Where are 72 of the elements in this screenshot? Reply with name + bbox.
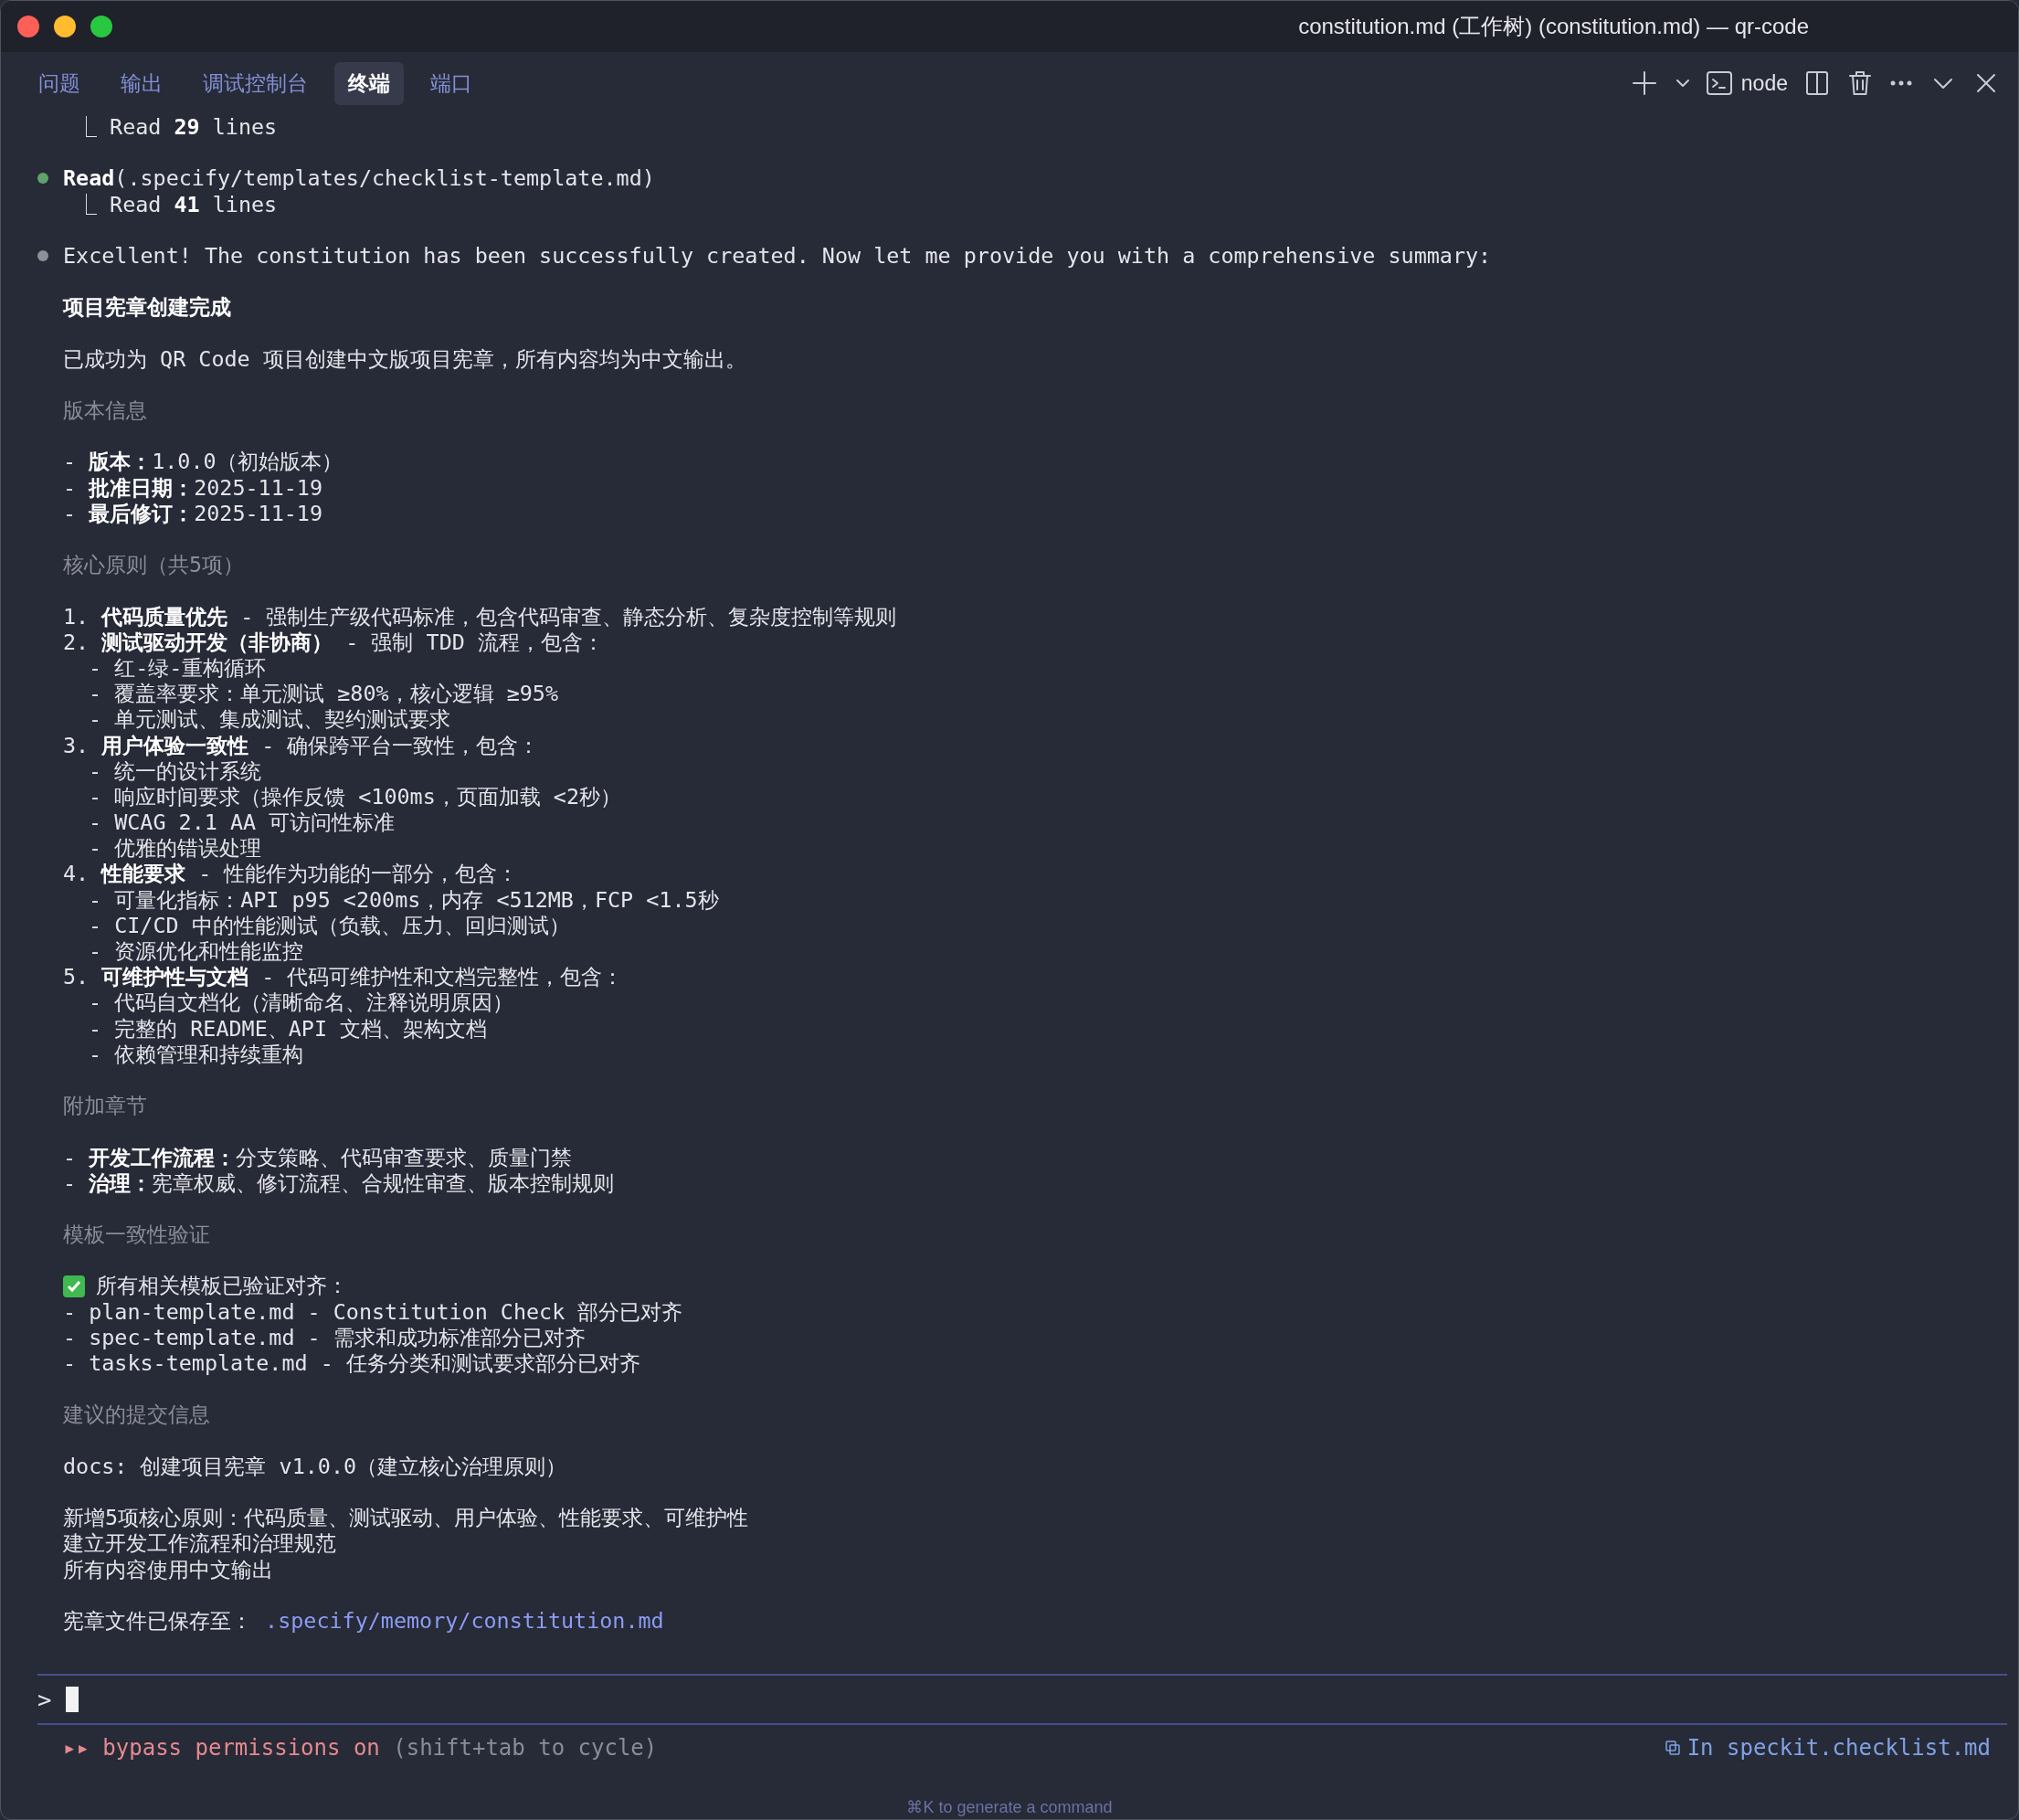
output-line: - WCAG 2.1 AA 可访问性标准 <box>88 809 396 836</box>
output-line: 3. 用户体验一致性 - 确保跨平台一致性，包含： <box>63 732 540 758</box>
output-line: - 最后修订：2025-11-19 <box>63 500 322 526</box>
more-button[interactable] <box>1888 79 1914 88</box>
section-heading: 版本信息 <box>63 397 147 424</box>
delete-button[interactable] <box>1846 69 1874 98</box>
output-line: 建立开发工作流程和治理规范 <box>63 1530 336 1557</box>
file-link[interactable]: .specify/memory/constitution.md <box>265 1607 664 1634</box>
copy-icon <box>1665 1741 1680 1756</box>
output-line: 已成功为 QR Code 项目创建中文版项目宪章，所有内容均为中文输出。 <box>63 345 746 372</box>
plus-icon <box>1631 70 1657 96</box>
close-button[interactable] <box>17 16 39 37</box>
output-line: Read(.specify/templates/checklist-template.md) <box>63 165 655 192</box>
summary-heading: 项目宪章创建完成 <box>63 294 231 321</box>
section-heading: 附加章节 <box>63 1093 147 1119</box>
terminal-icon <box>1706 70 1732 96</box>
output-line: 所有相关模板已验证对齐： <box>96 1273 348 1299</box>
panel-tab[interactable]: 端口 <box>417 61 486 105</box>
check-icon <box>63 1275 85 1297</box>
text-cursor <box>66 1687 79 1713</box>
output-line: - 优雅的错误处理 <box>88 835 262 862</box>
output-line: 1. 代码质量优先 - 强制生产级代码标准，包含代码审查、静态分析、复杂度控制等规则 <box>63 603 897 630</box>
output-line: - 开发工作流程：分支策略、代码审查要求、质量门禁 <box>63 1144 573 1170</box>
prompt-symbol: > <box>37 1686 52 1714</box>
section-heading: 建议的提交信息 <box>63 1402 210 1428</box>
command-hint: ⌘K to generate a command <box>905 1797 1114 1818</box>
output-line: - 单元测试、集成测试、契约测试要求 <box>88 706 451 733</box>
output-line: 5. 可维护性与文档 - 代码可维护性和文档完整性，包含： <box>63 964 624 990</box>
output-line: Excellent! The constitution has been successfully created. Now let me provide you with a comprehensive summary: <box>63 242 1492 270</box>
output-line: - 完整的 README、API 文档、架构文档 <box>88 1015 488 1042</box>
output-line: - 可量化指标：API p95 <200ms，内存 <512MB，FCP <1.5秒 <box>88 886 719 913</box>
close-icon <box>1974 71 1998 95</box>
panel-tab[interactable]: 调试控制台 <box>189 61 322 105</box>
mode-status: bypass permissions on <box>102 1735 381 1762</box>
output-line: - 资源优化和性能监控 <box>88 938 304 965</box>
output-line: - 批准日期：2025-11-19 <box>63 474 322 501</box>
panel-tab[interactable]: 终端 <box>334 61 404 105</box>
output-line: - 响应时间要求（操作反馈 <100ms，页面加载 <2秒） <box>88 783 621 810</box>
chevron-down-icon <box>1675 79 1690 88</box>
panel-tab[interactable]: 输出 <box>107 61 176 105</box>
tool-result-line: ⎿ Read 29 lines <box>75 114 278 141</box>
bypass-mode-icon: ▸▸ <box>63 1735 103 1762</box>
section-heading: 模板一致性验证 <box>63 1222 210 1248</box>
output-line: 宪章文件已保存至： .specify/memory/constitution.md <box>63 1607 664 1635</box>
output-line: - 统一的设计系统 <box>88 757 262 784</box>
section-heading: 核心原则（共5项） <box>63 552 245 578</box>
output-line: - tasks-template.md - 任务分类和测试要求部分已对齐 <box>63 1350 640 1377</box>
context-file: In speckit.checklist.md <box>1686 1735 1991 1762</box>
output-line: - CI/CD 中的性能测试（负载、压力、回归测试） <box>88 912 570 938</box>
output-line: 2. 测试驱动开发（非协商） - 强制 TDD 流程，包含： <box>63 629 604 655</box>
output-line: - 代码自文档化（清晰命名、注释说明原因） <box>88 989 514 1016</box>
shortcut-hint: (shift+tab to cycle) <box>393 1735 658 1762</box>
output-line: 4. 性能要求 - 性能作为功能的一部分，包含： <box>63 861 519 887</box>
more-icon <box>1890 80 1912 86</box>
output-line: 新增5项核心原则：代码质量、测试驱动、用户体验、性能要求、可维护性 <box>63 1505 749 1531</box>
tool-result-line: ⎿ Read 41 lines <box>75 191 278 217</box>
minimize-button[interactable] <box>54 16 76 37</box>
window-title: constitution.md (工作树) (constitution.md) — qr-code <box>1298 13 1809 40</box>
zoom-button[interactable] <box>90 16 112 37</box>
trash-icon <box>1848 70 1872 96</box>
output-line: - 版本：1.0.0（初始版本） <box>63 449 343 475</box>
output-line: - 红-绿-重构循环 <box>88 654 267 682</box>
output-line: 所有内容使用中文输出 <box>63 1556 273 1582</box>
output-line: - 依赖管理和持续重构 <box>88 1041 304 1067</box>
output-line: docs: 创建项目宪章 v1.0.0（建立核心治理原则） <box>63 1453 567 1479</box>
output-line: - spec-template.md - 需求和成功标准部分已对齐 <box>63 1324 586 1350</box>
panel-tab[interactable]: 问题 <box>25 61 94 105</box>
output-line: - 治理：宪章权威、修订流程、合规性审查、版本控制规则 <box>63 1169 615 1196</box>
split-pane-icon <box>1804 70 1830 96</box>
output-line: - plan-template.md - Constitution Check 部分已对齐 <box>63 1298 683 1325</box>
output-line: - 覆盖率要求：单元测试 ≥80%，核心逻辑 ≥95% <box>88 681 558 707</box>
shell-selector[interactable]: node <box>1706 70 1788 96</box>
